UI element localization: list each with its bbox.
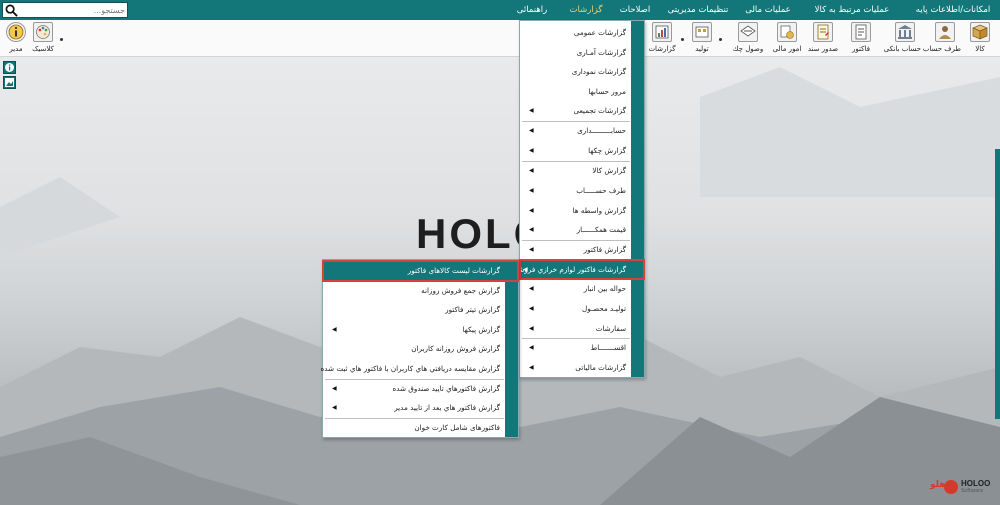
logo-sub-text: Software <box>961 488 984 494</box>
chevron-left-icon: ◀ <box>529 167 534 175</box>
menu-item-statistical-reports[interactable]: گزارشات آمـاری <box>520 43 644 63</box>
info-icon <box>6 22 26 42</box>
toolbar-production-button[interactable]: توليد <box>686 22 718 56</box>
search-box <box>2 2 128 18</box>
menu-basic-info[interactable]: امکانات/اطلاعات پایه <box>910 0 996 20</box>
invoice-icon <box>851 22 871 42</box>
menu-item-agents-report[interactable]: گزارش واسطه ها ◀ <box>520 201 644 221</box>
menu-item-tax-reports[interactable]: گزارشات مالیاتی ◀ <box>520 358 644 378</box>
haberdashery-submenu: گزارشات لیست کالاهای فاکتور گزارش جمع فر… <box>320 259 519 438</box>
menu-item-aggregate-reports[interactable]: گزارشات تجمیعی ◀ <box>520 101 644 121</box>
menu-item-account-party[interactable]: طرف حســـــاب ◀ <box>520 181 644 201</box>
chevron-left-icon: ◀ <box>332 325 337 333</box>
menu-item-account-review[interactable]: مرور حسابها <box>520 82 644 102</box>
menu-item-chart-reports[interactable]: گزارشات نموداری <box>520 62 644 82</box>
toolbar-issue-document-button[interactable]: صدور سند <box>807 22 839 56</box>
toolbar-manager-button[interactable]: مدیر <box>0 22 32 56</box>
chevron-left-icon: ◀ <box>332 384 337 392</box>
submenu-item-invoice-header[interactable]: گزارش تیتر فاکتور <box>323 300 518 320</box>
toolbar-collect-check-button[interactable]: وصول چك <box>732 22 764 56</box>
chevron-left-icon: ◀ <box>523 265 528 273</box>
side-image-icon[interactable] <box>3 76 16 89</box>
submenu-item-couriers[interactable]: گزارش پیکها ◀ <box>323 320 518 340</box>
menu-item-installments[interactable]: اقســـــــاط ◀ <box>520 338 644 358</box>
chevron-left-icon: ◀ <box>529 226 534 234</box>
menu-item-product-production[interactable]: تولیـد محصـول ◀ <box>520 299 644 319</box>
menu-guide[interactable]: راهنمائی <box>510 0 554 20</box>
submenu-item-after-manager-approval[interactable]: گزارش فاکتور هاي بعد از تاييد مدير ◀ <box>323 398 518 418</box>
toolbar: کالا طرف حساب حساب بانکی فاکتور صدور سند… <box>0 20 1000 57</box>
search-icon[interactable] <box>5 4 18 17</box>
submenu-item-user-daily-sales[interactable]: گزارش فروش روزانه کاربران <box>323 339 518 359</box>
submenu-item-receipt-comparison[interactable]: گزارش مقايسه دريافتي هاي كاربران با فاكت… <box>320 359 518 379</box>
menu-corrections[interactable]: اصلاحات <box>614 0 656 20</box>
toolbar-invoice-button[interactable]: فاکتور <box>845 22 877 56</box>
toolbar-account-party-button[interactable]: طرف حساب <box>923 22 961 56</box>
toolbar-goods-button[interactable]: کالا <box>964 22 996 56</box>
chevron-left-icon: ◀ <box>332 404 337 412</box>
document-icon <box>813 22 833 42</box>
chevron-left-icon: ◀ <box>529 187 534 194</box>
chevron-left-icon: ◀ <box>529 344 534 352</box>
chevron-left-icon: ◀ <box>529 206 534 214</box>
menu-item-check-report[interactable]: گزارش چکها ◀ <box>520 141 644 161</box>
submenu-item-daily-sales-total[interactable]: گزارش جمع فروش روزانه <box>323 281 518 301</box>
box-icon <box>970 22 990 42</box>
report-icon <box>652 22 672 42</box>
toolbar-separator <box>60 38 63 41</box>
menu-financial-operations[interactable]: عملیات مالی <box>740 0 796 20</box>
vertical-scrollbar[interactable] <box>995 149 1000 419</box>
chevron-left-icon: ◀ <box>529 363 534 371</box>
toolbar-bank-account-button[interactable]: حساب بانکی <box>884 22 921 56</box>
menu-reports[interactable]: گزارشات <box>564 0 608 20</box>
toolbar-separator <box>681 38 684 41</box>
chevron-left-icon: ◀ <box>529 127 534 135</box>
submenu-item-cashier-approved[interactable]: گزارش فاکتورهاي تاييد صندوق شده ◀ <box>323 379 518 399</box>
toolbar-reports-button[interactable]: گزارشات <box>646 22 678 56</box>
side-info-icon[interactable] <box>3 61 16 74</box>
logo-en-text: HOLOO <box>961 479 991 488</box>
submenu-item-invoice-goods-list[interactable]: گزارشات لیست کالاهای فاکتور <box>322 260 519 282</box>
person-icon <box>935 22 955 42</box>
chevron-left-icon: ◀ <box>529 246 534 254</box>
chevron-left-icon: ◀ <box>529 147 534 154</box>
search-input[interactable] <box>21 4 125 16</box>
chevron-left-icon: ◀ <box>529 107 534 115</box>
menu-item-warehouse-transfer[interactable]: حواله بین انبار ◀ <box>520 279 644 299</box>
reports-dropdown-menu: گزارشات عمومی گزارشات آمـاری گزارشات نمو… <box>512 20 645 378</box>
holoo-corner-logo: هلو HOLOO Software <box>930 478 990 496</box>
logo-circle-icon <box>944 480 958 494</box>
palette-icon <box>33 22 53 42</box>
menu-item-haberdashery-invoice-reports[interactable]: گزارشات فاکتور لوازم خرازي فروشي ◀ <box>512 258 645 281</box>
menu-item-accounting[interactable]: حسابـــــــــداری ◀ <box>520 121 644 141</box>
menu-item-goods-report[interactable]: گزارش کالا ◀ <box>520 161 644 181</box>
chevron-left-icon: ◀ <box>529 285 534 293</box>
check-icon <box>738 22 758 42</box>
menu-goods-operations[interactable]: عملیات مرتبط به کالا <box>808 0 896 20</box>
menu-item-general-reports[interactable]: گزارشات عمومی <box>520 23 644 43</box>
menu-item-orders[interactable]: سفارشات ◀ <box>520 319 644 339</box>
toolbar-separator <box>719 38 722 41</box>
main-menubar: امکانات/اطلاعات پایه عملیات مرتبط به کال… <box>0 0 1000 20</box>
submenu-item-card-reader-invoices[interactable]: فاکتورهای شامل کارت خوان <box>323 418 518 438</box>
menu-management-settings[interactable]: تنظیمات مدیریتی <box>660 0 736 20</box>
finance-icon <box>777 22 797 42</box>
bank-icon <box>895 22 915 42</box>
production-icon <box>692 22 712 42</box>
menu-item-partner-price[interactable]: قیمت همکــــــار ◀ <box>520 220 644 240</box>
chevron-left-icon: ◀ <box>529 324 534 332</box>
menu-item-invoice-report[interactable]: گزارش فاکتور ◀ <box>520 240 644 260</box>
toolbar-financial-affairs-button[interactable]: امور مالی <box>771 22 803 56</box>
chevron-left-icon: ◀ <box>529 305 534 312</box>
